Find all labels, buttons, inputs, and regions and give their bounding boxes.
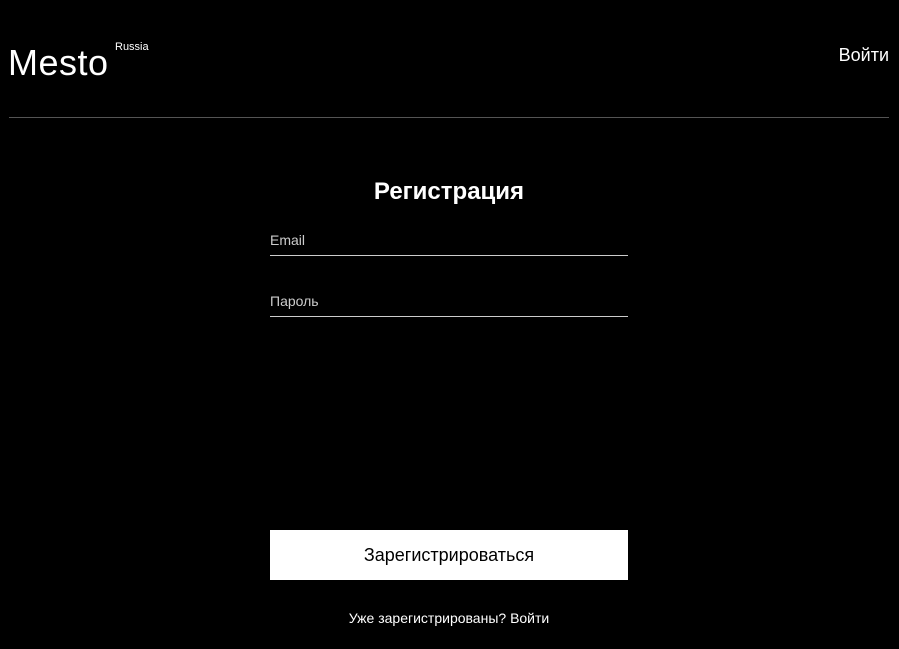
register-page: Mesto Russia Войти Регистрация Зарегистр… [0, 0, 899, 649]
form-title: Регистрация [373, 178, 525, 205]
password-field[interactable] [270, 288, 628, 314]
register-form: Регистрация Зарегистрироваться Уже зарег… [270, 177, 628, 626]
password-field-wrapper [270, 288, 628, 317]
logo-text: Mesto [8, 42, 109, 83]
header: Mesto Russia Войти [0, 0, 899, 118]
login-hint-link[interactable]: Войти [510, 610, 549, 626]
email-field-wrapper [270, 227, 628, 256]
email-field[interactable] [270, 227, 628, 253]
register-button[interactable]: Зарегистрироваться [270, 530, 628, 580]
header-divider [9, 117, 889, 118]
logo-superscript: Russia [115, 41, 149, 53]
header-login-link[interactable]: Войти [839, 44, 889, 66]
login-hint: Уже зарегистрированы? Войти [270, 610, 628, 627]
login-hint-text: Уже зарегистрированы? [348, 610, 507, 626]
